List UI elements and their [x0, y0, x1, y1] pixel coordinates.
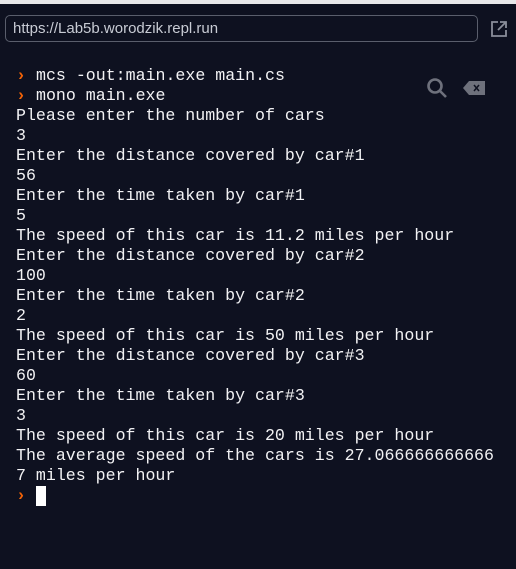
- output-line: 2: [16, 306, 516, 326]
- output-line: Enter the time taken by car#1: [16, 186, 516, 206]
- output-line: Enter the distance covered by car#3: [16, 346, 516, 366]
- input-line[interactable]: ›: [16, 486, 516, 506]
- output-line: 3: [16, 126, 516, 146]
- line-text: Please enter the number of cars: [16, 106, 325, 125]
- line-text: mcs -out:main.exe main.cs: [36, 66, 285, 85]
- url-text: https://Lab5b.worodzik.repl.run: [13, 20, 219, 37]
- output-line: 60: [16, 366, 516, 386]
- output-line: 7 miles per hour: [16, 466, 516, 486]
- top-strip: [0, 0, 516, 4]
- line-text: Enter the time taken by car#2: [16, 286, 305, 305]
- output-line: 100: [16, 266, 516, 286]
- output-line: The speed of this car is 11.2 miles per …: [16, 226, 516, 246]
- line-text: 3: [16, 126, 26, 145]
- line-text: Enter the distance covered by car#2: [16, 246, 365, 265]
- prompt-icon: ›: [16, 486, 26, 505]
- line-text: Enter the distance covered by car#3: [16, 346, 365, 365]
- line-text: 56: [16, 166, 36, 185]
- output-line: Enter the distance covered by car#2: [16, 246, 516, 266]
- output-line: 3: [16, 406, 516, 426]
- line-text: Enter the time taken by car#3: [16, 386, 305, 405]
- line-text: The average speed of the cars is 27.0666…: [16, 446, 494, 465]
- prompt-icon: ›: [16, 66, 26, 85]
- output-line: The speed of this car is 50 miles per ho…: [16, 326, 516, 346]
- output-line: The average speed of the cars is 27.0666…: [16, 446, 516, 466]
- output-line: The speed of this car is 20 miles per ho…: [16, 426, 516, 446]
- command-line: › mono main.exe: [16, 86, 516, 106]
- text-cursor: [36, 486, 46, 506]
- prompt-icon: ›: [16, 86, 26, 105]
- line-text: 2: [16, 306, 26, 325]
- line-text: The speed of this car is 50 miles per ho…: [16, 326, 435, 345]
- external-link-icon[interactable]: [489, 19, 509, 39]
- line-text: 3: [16, 406, 26, 425]
- output-line: Enter the time taken by car#2: [16, 286, 516, 306]
- output-line: 5: [16, 206, 516, 226]
- line-text: 60: [16, 366, 36, 385]
- line-text: The speed of this car is 11.2 miles per …: [16, 226, 455, 245]
- command-line: › mcs -out:main.exe main.cs: [16, 66, 516, 86]
- line-text: 5: [16, 206, 26, 225]
- terminal-output[interactable]: › mcs -out:main.exe main.cs › mono main.exe…: [16, 66, 516, 506]
- output-line: 56: [16, 166, 516, 186]
- line-text: The speed of this car is 20 miles per ho…: [16, 426, 435, 445]
- output-line: Enter the time taken by car#3: [16, 386, 516, 406]
- line-text: Enter the time taken by car#1: [16, 186, 305, 205]
- line-text: 100: [16, 266, 46, 285]
- line-text: 7 miles per hour: [16, 466, 176, 485]
- line-text: Enter the distance covered by car#1: [16, 146, 365, 165]
- output-line: Please enter the number of cars: [16, 106, 516, 126]
- output-line: Enter the distance covered by car#1: [16, 146, 516, 166]
- line-text: mono main.exe: [36, 86, 166, 105]
- url-bar[interactable]: https://Lab5b.worodzik.repl.run: [5, 15, 478, 42]
